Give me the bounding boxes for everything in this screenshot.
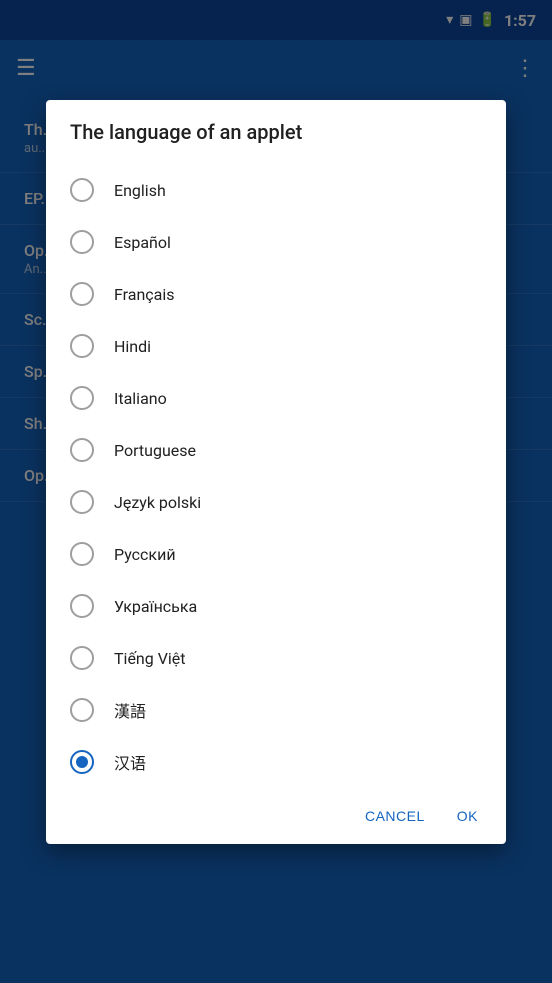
dialog-actions: CANCEL OK — [46, 792, 506, 844]
language-label-es: Español — [114, 233, 171, 252]
radio-circle-uk — [70, 594, 94, 618]
radio-circle-it — [70, 386, 94, 410]
language-label-zh-tw: 漢語 — [114, 698, 146, 722]
radio-circle-zh-tw — [70, 698, 94, 722]
language-list[interactable]: English Español Français Hindi Italiano Portu… — [46, 160, 506, 792]
language-label-uk: Українська — [114, 597, 197, 616]
radio-circle-vi — [70, 646, 94, 670]
language-label-hi: Hindi — [114, 337, 151, 356]
language-label-ru: Русский — [114, 545, 176, 564]
cancel-button[interactable]: CANCEL — [353, 800, 437, 832]
language-label-it: Italiano — [114, 389, 167, 408]
language-label-zh-cn: 汉语 — [114, 750, 146, 774]
radio-circle-fr — [70, 282, 94, 306]
language-option-en[interactable]: English — [46, 164, 506, 216]
language-option-vi[interactable]: Tiếng Việt — [46, 632, 506, 684]
language-dialog: The language of an applet English Español… — [46, 100, 506, 844]
radio-circle-pt — [70, 438, 94, 462]
language-label-en: English — [114, 181, 166, 200]
language-option-es[interactable]: Español — [46, 216, 506, 268]
language-option-hi[interactable]: Hindi — [46, 320, 506, 372]
language-label-vi: Tiếng Việt — [114, 649, 186, 668]
radio-circle-es — [70, 230, 94, 254]
radio-circle-ru — [70, 542, 94, 566]
language-option-pt[interactable]: Portuguese — [46, 424, 506, 476]
language-option-zh-tw[interactable]: 漢語 — [46, 684, 506, 736]
dialog-title: The language of an applet — [46, 100, 506, 160]
language-option-pl[interactable]: Język polski — [46, 476, 506, 528]
language-option-uk[interactable]: Українська — [46, 580, 506, 632]
language-label-fr: Français — [114, 285, 175, 304]
radio-circle-zh-cn — [70, 750, 94, 774]
language-label-pl: Język polski — [114, 493, 201, 512]
radio-circle-pl — [70, 490, 94, 514]
ok-button[interactable]: OK — [445, 800, 490, 832]
language-option-fr[interactable]: Français — [46, 268, 506, 320]
radio-circle-hi — [70, 334, 94, 358]
language-option-it[interactable]: Italiano — [46, 372, 506, 424]
language-option-ru[interactable]: Русский — [46, 528, 506, 580]
radio-circle-en — [70, 178, 94, 202]
language-label-pt: Portuguese — [114, 441, 196, 460]
language-option-zh-cn[interactable]: 汉语 — [46, 736, 506, 788]
